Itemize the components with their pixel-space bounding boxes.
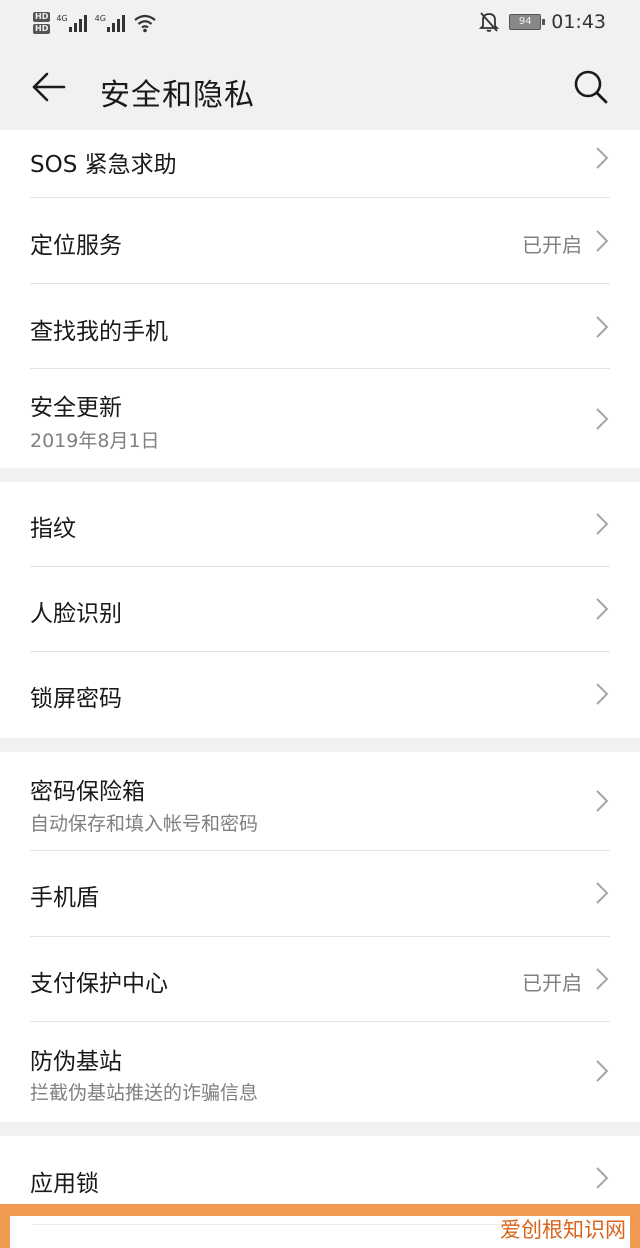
list-item-subtitle: 自动保存和填入帐号和密码 (30, 813, 259, 835)
list-item-security-update[interactable]: 安全更新 2019年8月1日 (0, 369, 640, 468)
watermark-text: 爱创根知识网 (500, 1214, 626, 1244)
list-item-lock-screen-password[interactable]: 锁屏密码 (0, 652, 640, 738)
settings-group-apps: 应用锁 (0, 1136, 640, 1204)
list-item-app-lock[interactable]: 应用锁 (0, 1136, 640, 1204)
chevron-right-icon (596, 683, 609, 705)
list-item-face-recognition[interactable]: 人脸识别 (0, 567, 640, 652)
list-item-label: 应用锁 (30, 1171, 99, 1197)
signal-icon: 4G (95, 14, 125, 32)
list-item-phone-shield[interactable]: 手机盾 (0, 851, 640, 937)
list-item-label: 指纹 (30, 516, 76, 542)
status-right: 94 01:43 (479, 8, 606, 36)
chevron-right-icon (596, 513, 609, 535)
chevron-right-icon (596, 598, 609, 620)
chevron-right-icon (596, 1167, 609, 1189)
status-bar: HD HD 4G 4G 94 01:43 (0, 0, 640, 44)
hd-indicators: HD HD (33, 12, 51, 34)
arrow-left-icon[interactable] (30, 68, 68, 106)
list-item-label: 手机盾 (30, 885, 99, 911)
list-item-payment-protection[interactable]: 支付保护中心 已开启 (0, 937, 640, 1022)
battery-icon: 94 (509, 14, 546, 30)
app-header: 安全和隐私 (0, 44, 640, 130)
network-type-label: 4G (56, 14, 68, 23)
list-item-find-my-phone[interactable]: 查找我的手机 (0, 284, 640, 369)
chevron-right-icon (596, 1060, 609, 1082)
settings-group-security: SOS 紧急求助 定位服务 已开启 查找我的手机 安全更新 2019年8月1日 (0, 130, 640, 468)
watermark-suffix: 知识网 (563, 1218, 626, 1242)
network-type-label: 4G (94, 14, 106, 23)
watermark-brand: 爱创根 (500, 1218, 563, 1242)
chevron-right-icon (596, 790, 609, 812)
list-item-fake-base-station[interactable]: 防伪基站 拦截伪基站推送的诈骗信息 (0, 1022, 640, 1122)
status-left: HD HD 4G 4G (33, 6, 157, 40)
wifi-icon (134, 14, 156, 33)
signal-icon: 4G (56, 14, 87, 32)
status-value: 已开启 (522, 233, 582, 257)
hd-icon: HD (33, 12, 51, 22)
list-item-label: 防伪基站 (30, 1049, 122, 1075)
status-value: 已开启 (522, 971, 582, 995)
chevron-right-icon (596, 147, 609, 169)
bell-off-icon (479, 12, 500, 32)
list-item-label: 锁屏密码 (30, 686, 122, 712)
list-item-label: 支付保护中心 (30, 971, 168, 997)
chevron-right-icon (596, 408, 609, 430)
hd-icon: HD (33, 24, 51, 34)
list-item-label: 人脸识别 (30, 601, 122, 627)
list-item-fingerprint[interactable]: 指纹 (0, 482, 640, 567)
chevron-right-icon (596, 316, 609, 338)
chevron-right-icon (596, 882, 609, 904)
list-item-password-vault[interactable]: 密码保险箱 自动保存和填入帐号和密码 (0, 752, 640, 851)
chevron-right-icon (596, 968, 609, 990)
search-icon[interactable] (572, 68, 610, 106)
list-item-label: 定位服务 (30, 233, 122, 259)
list-item-sos[interactable]: SOS 紧急求助 (0, 130, 640, 198)
settings-group-biometrics: 指纹 人脸识别 锁屏密码 (0, 482, 640, 738)
list-item-label: 查找我的手机 (30, 319, 168, 345)
chevron-right-icon (596, 230, 609, 252)
list-item-subtitle: 2019年8月1日 (30, 430, 160, 452)
list-item-label: 密码保险箱 (30, 779, 145, 805)
list-item-location[interactable]: 定位服务 已开启 (0, 198, 640, 284)
settings-group-protection: 密码保险箱 自动保存和填入帐号和密码 手机盾 支付保护中心 已开启 防伪基站 拦… (0, 752, 640, 1122)
status-time: 01:43 (551, 11, 606, 33)
list-item-label: SOS 紧急求助 (30, 152, 177, 178)
list-item-label: 安全更新 (30, 395, 122, 421)
page-title: 安全和隐私 (100, 78, 255, 113)
list-item-subtitle: 拦截伪基站推送的诈骗信息 (30, 1082, 259, 1104)
